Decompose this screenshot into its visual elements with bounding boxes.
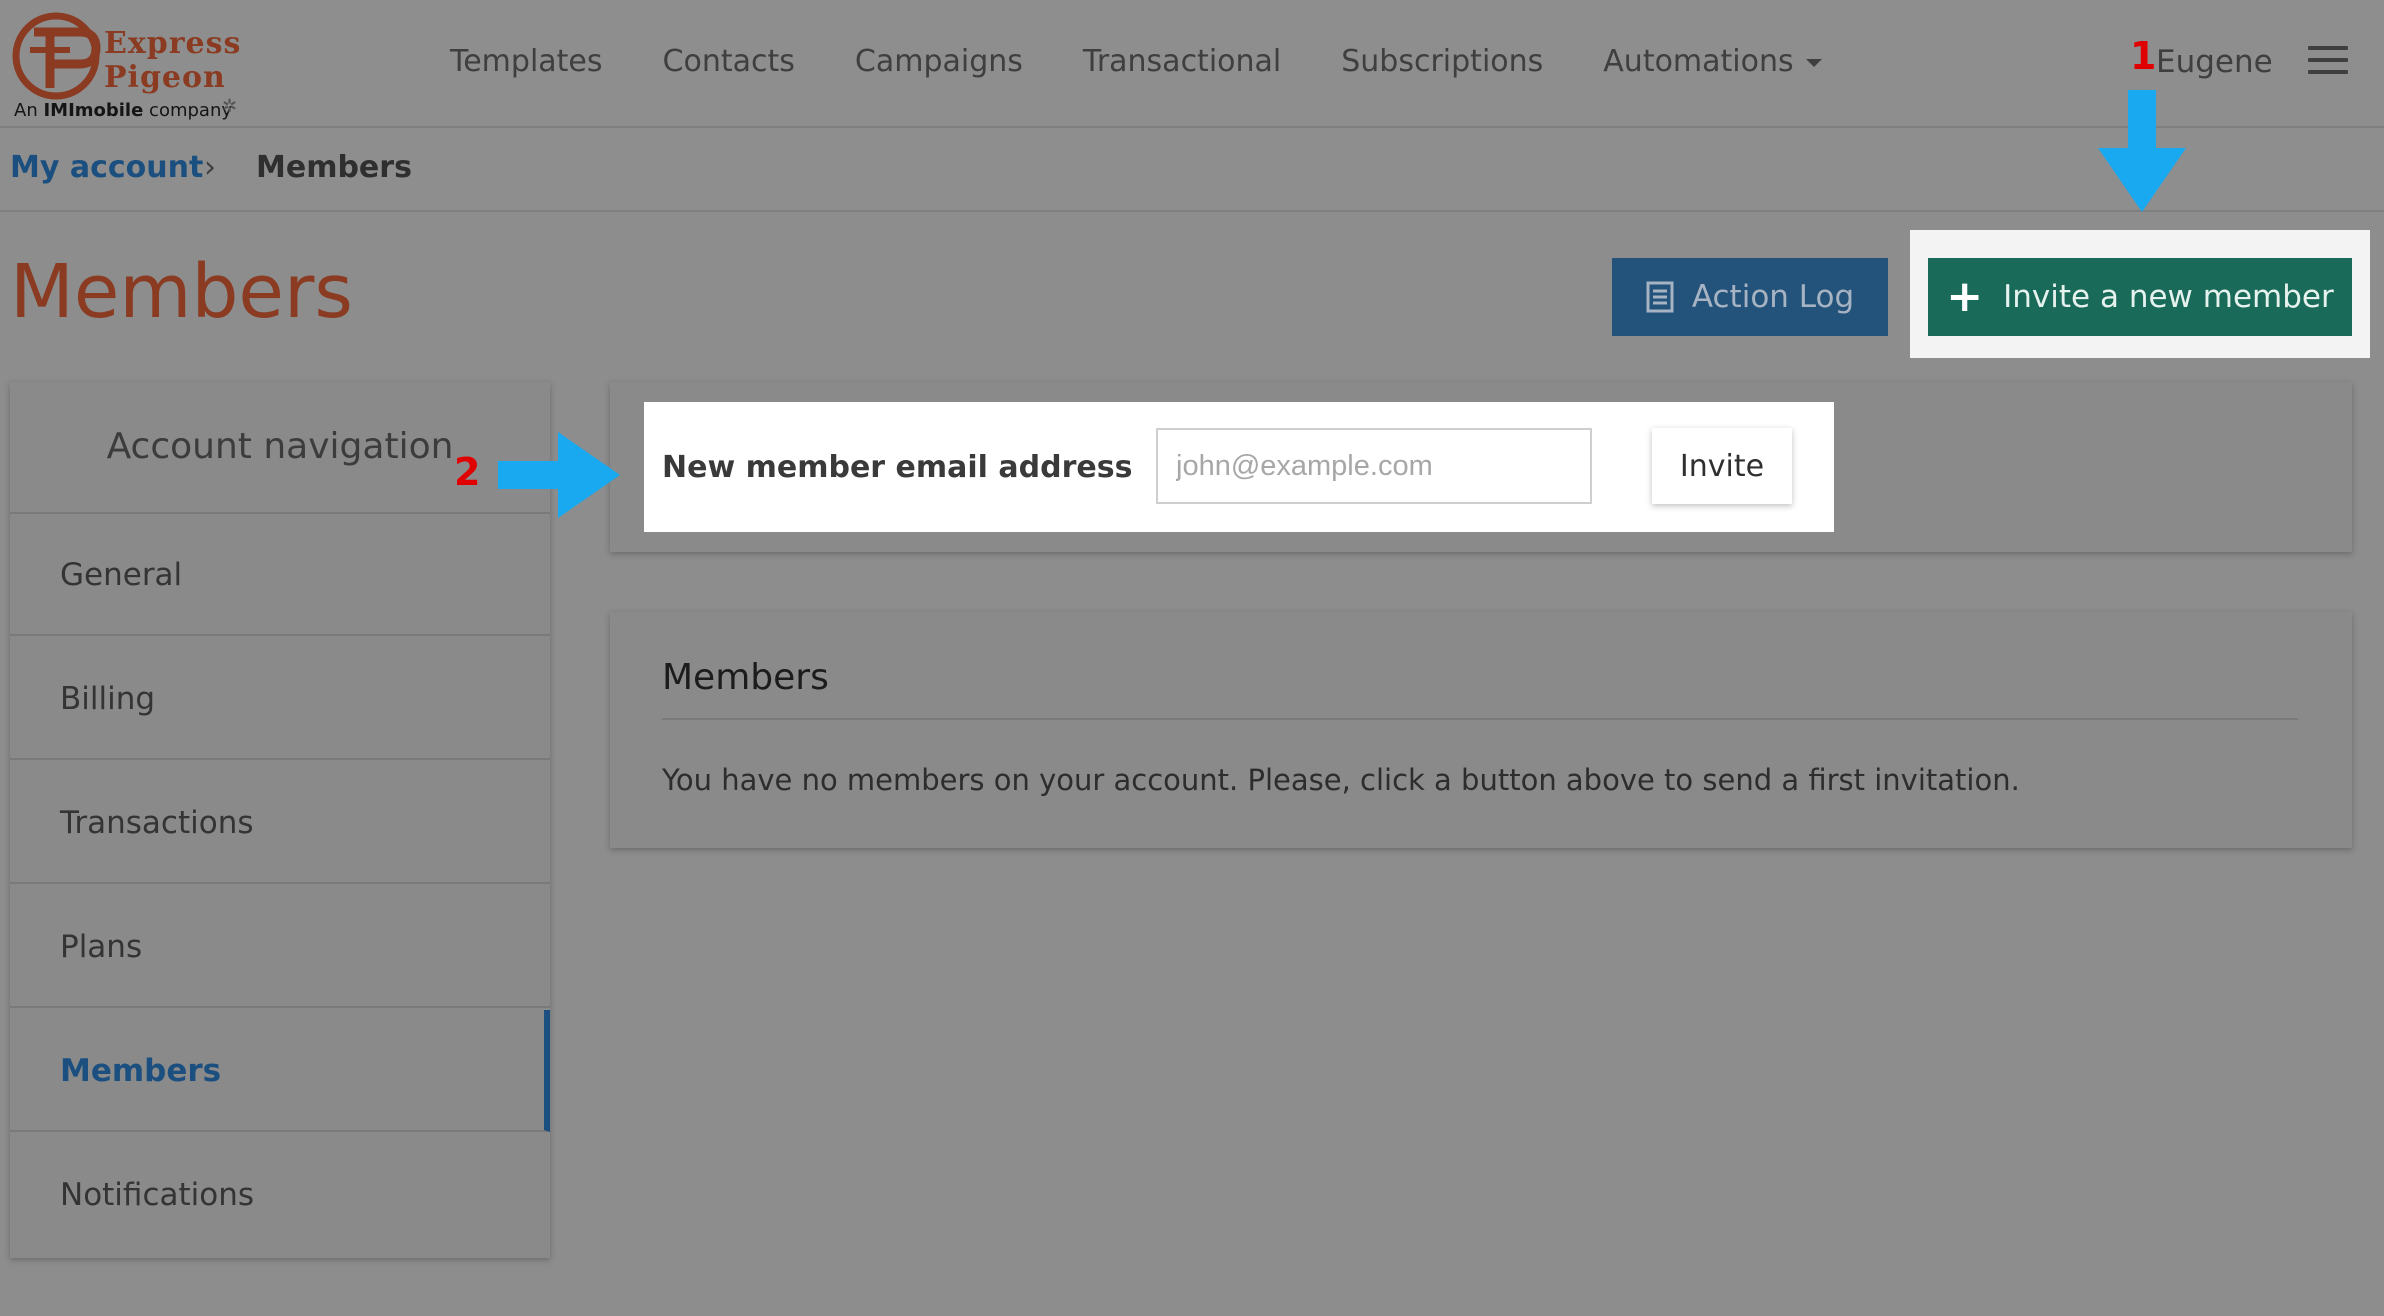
nav-automations-label: Automations: [1603, 44, 1794, 79]
new-member-email-input[interactable]: [1156, 428, 1592, 504]
sidebar-item-transactions[interactable]: Transactions: [10, 762, 550, 884]
divider: [662, 718, 2298, 720]
action-log-button[interactable]: Action Log: [1612, 258, 1888, 336]
sidebar-item-billing[interactable]: Billing: [10, 638, 550, 760]
members-panel: [610, 612, 2352, 848]
hamburger-menu-icon[interactable]: [2308, 46, 2348, 76]
caret-down-icon: [1805, 58, 1822, 67]
tagline-prefix: An: [14, 100, 44, 121]
breadcrumb-current: Members: [256, 150, 412, 185]
nav-subscriptions[interactable]: Subscriptions: [1311, 36, 1573, 88]
page-title: Members: [10, 249, 353, 335]
sidebar-item-members[interactable]: Members: [10, 1010, 550, 1132]
arrow-right-icon: [498, 432, 620, 518]
nav-campaigns[interactable]: Campaigns: [825, 36, 1053, 88]
user-menu[interactable]: Eugene: [2156, 36, 2273, 88]
members-panel-title: Members: [662, 657, 829, 698]
breadcrumb-my-account[interactable]: My account: [10, 146, 203, 190]
logo-word-express: Express: [104, 26, 242, 61]
sidebar-item-general[interactable]: General: [10, 514, 550, 636]
arrow-down-icon: [2098, 90, 2186, 212]
action-log-label: Action Log: [1691, 279, 1855, 315]
invite-new-member-label: Invite a new member: [2003, 279, 2334, 315]
nav-automations[interactable]: Automations: [1573, 36, 1851, 88]
logo-tagline: An IMImobile company: [14, 100, 232, 121]
nav-contacts[interactable]: Contacts: [633, 36, 825, 88]
gear-icon: ✲: [222, 96, 238, 117]
members-empty-message: You have no members on your account. Ple…: [662, 763, 2020, 797]
chevron-right-icon: ›: [204, 150, 216, 185]
list-document-icon: [1646, 281, 1674, 313]
step-number-2: 2: [454, 450, 481, 494]
logo-word-pigeon: Pigeon: [104, 60, 226, 95]
sidebar-item-plans[interactable]: Plans: [10, 886, 550, 1008]
new-member-email-label: New member email address: [662, 450, 1133, 485]
invite-button[interactable]: Invite: [1652, 428, 1792, 504]
tagline-brand: IMImobile: [43, 100, 144, 121]
nav-transactional[interactable]: Transactional: [1053, 36, 1311, 88]
tagline-suffix: company: [143, 100, 233, 121]
invite-new-member-button[interactable]: + Invite a new member: [1928, 258, 2352, 336]
nav-templates[interactable]: Templates: [420, 36, 633, 88]
account-navigation-heading: Account navigation: [10, 382, 550, 514]
step-number-1: 1: [2130, 34, 2157, 78]
plus-icon: +: [1946, 271, 1984, 322]
sidebar-item-notifications[interactable]: Notifications: [10, 1134, 550, 1256]
express-pigeon-logo[interactable]: Express Pigeon An IMImobile company ✲: [8, 2, 248, 124]
main-nav: Templates Contacts Campaigns Transaction…: [420, 36, 1852, 88]
logo-mark-icon: [12, 12, 101, 100]
